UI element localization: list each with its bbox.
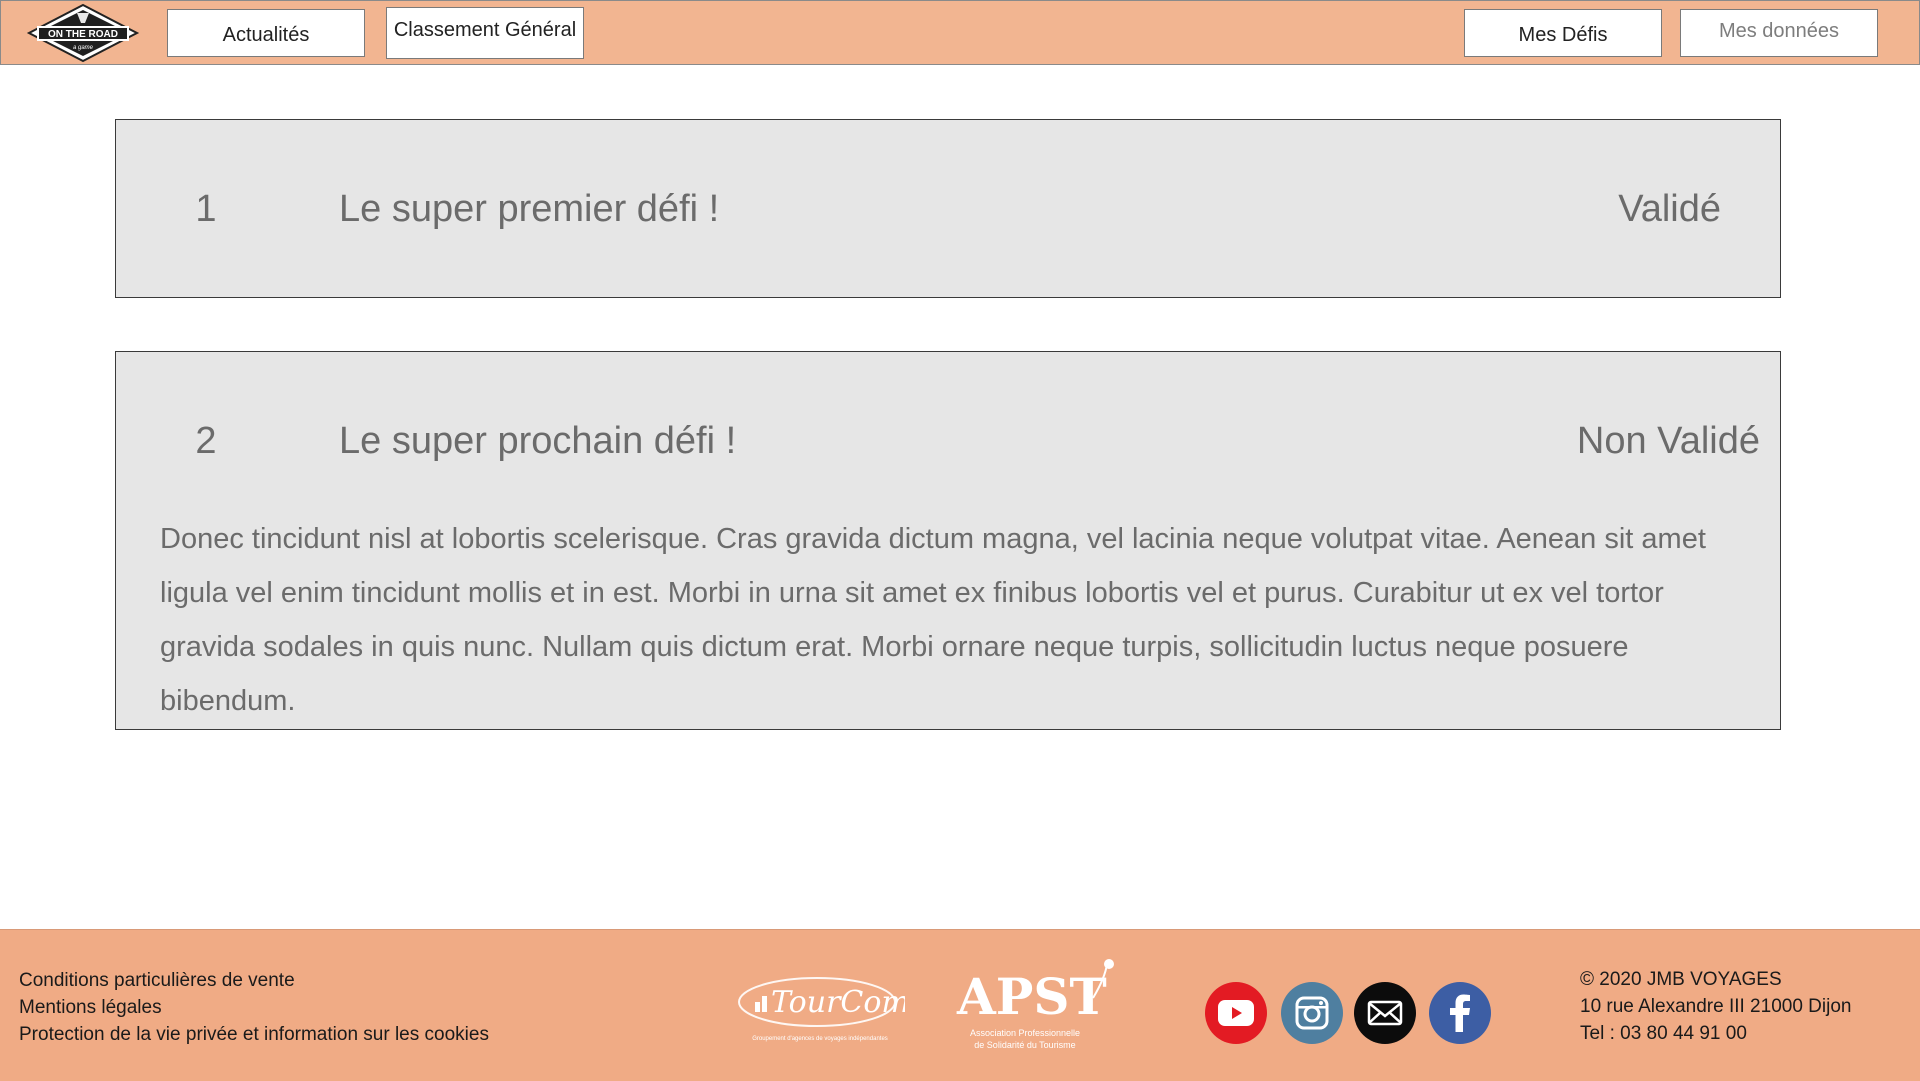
- challenge-number: 1: [195, 188, 217, 230]
- challenge-number: 2: [195, 420, 217, 462]
- tourcom-logo[interactable]: TourCom Groupement d'agences de voyages …: [735, 968, 905, 1048]
- svg-text:Association Professionnelle: Association Professionnelle: [970, 1028, 1080, 1038]
- nav-mes-defis-label: Mes Défis: [1518, 23, 1608, 46]
- link-vie-privee-cookies[interactable]: Protection de la vie privée et informati…: [19, 1021, 489, 1048]
- challenge-card[interactable]: 1 Le super premier défi ! Validé: [115, 119, 1781, 298]
- nav-actualites-button[interactable]: Actualités: [167, 9, 365, 57]
- svg-text:APST: APST: [956, 967, 1107, 1026]
- challenge-status: Validé: [1618, 188, 1721, 230]
- copyright-text: © 2020 JMB VOYAGES: [1580, 969, 1782, 990]
- address-text: 10 rue Alexandre III 21000 Dijon: [1580, 996, 1852, 1017]
- instagram-icon[interactable]: [1281, 982, 1343, 1044]
- nav-mes-donnees-label: Mes données: [1718, 19, 1840, 42]
- top-nav-bar: ON THE ROAD a game Actualités Classement…: [0, 0, 1920, 65]
- nav-mes-defis-button[interactable]: Mes Défis: [1464, 9, 1662, 57]
- nav-classement-label: Classement Général: [393, 18, 577, 41]
- nav-mes-donnees-button[interactable]: Mes données: [1680, 9, 1878, 57]
- link-conditions-vente[interactable]: Conditions particulières de vente: [19, 967, 489, 994]
- on-the-road-logo[interactable]: ON THE ROAD a game: [25, 3, 141, 63]
- phone-text: Tel : 03 80 44 91 00: [1580, 1023, 1747, 1044]
- footer-links: Conditions particulières de vente Mentio…: [19, 967, 489, 1048]
- youtube-icon[interactable]: [1205, 982, 1267, 1044]
- challenge-title: Le super prochain défi !: [339, 420, 737, 462]
- link-mentions-legales[interactable]: Mentions légales: [19, 994, 489, 1021]
- svg-text:de Solidarité du Tourisme: de Solidarité du Tourisme: [974, 1040, 1075, 1050]
- apst-logo[interactable]: APST Association Professionnelle de Soli…: [955, 958, 1125, 1054]
- challenge-description: Donec tincidunt nisl at lobortis sceleri…: [160, 523, 1706, 717]
- challenge-card-expanded[interactable]: 2 Le super prochain défi ! Non Validé Do…: [115, 351, 1781, 730]
- nav-classement-button[interactable]: Classement Général: [386, 7, 584, 59]
- footer-contact: © 2020 JMB VOYAGES 10 rue Alexandre III …: [1580, 966, 1851, 1047]
- mail-icon[interactable]: [1354, 982, 1416, 1044]
- challenge-status: Non Validé: [1576, 420, 1760, 462]
- svg-text:ON THE ROAD: ON THE ROAD: [48, 29, 118, 40]
- svg-text:Groupement d'agences de voyage: Groupement d'agences de voyages indépend…: [752, 1036, 888, 1042]
- facebook-icon[interactable]: [1429, 982, 1491, 1044]
- challenge-title: Le super premier défi !: [339, 188, 720, 230]
- footer: Conditions particulières de vente Mentio…: [0, 929, 1920, 1081]
- nav-actualites-label: Actualités: [222, 23, 310, 46]
- svg-text:TourCom: TourCom: [771, 985, 905, 1020]
- svg-text:a game: a game: [73, 45, 94, 51]
